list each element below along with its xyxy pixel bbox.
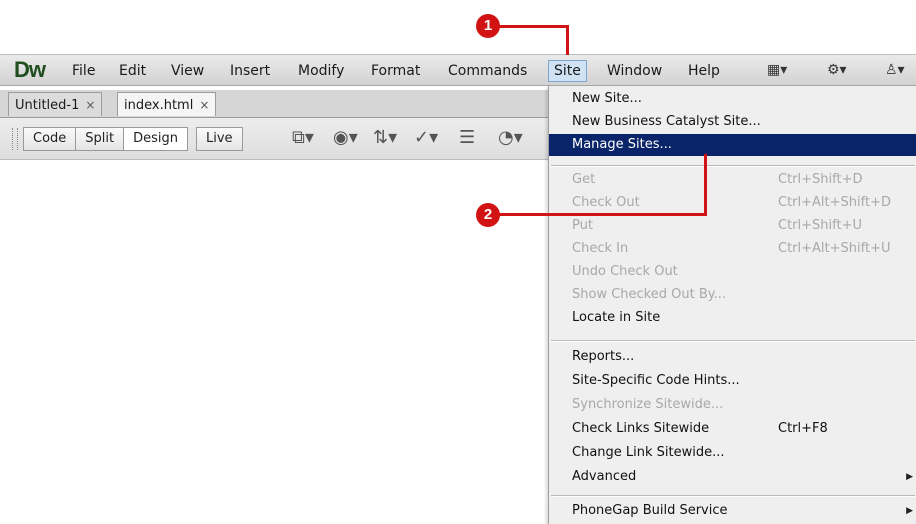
menu-insert[interactable]: Insert xyxy=(230,63,270,79)
menu-item-reports[interactable]: Reports... xyxy=(549,346,916,368)
shortcut-label: Ctrl+Alt+Shift+U xyxy=(778,241,891,256)
menu-site[interactable]: Site xyxy=(548,60,587,82)
design-view-button[interactable]: Design xyxy=(123,127,188,151)
menu-edit[interactable]: Edit xyxy=(119,63,146,79)
menu-item-synchronize-sitewide: Synchronize Sitewide... xyxy=(572,397,724,412)
menu-item-change-link-sitewide[interactable]: Change Link Sitewide... xyxy=(549,442,916,464)
callout-1-line xyxy=(566,25,569,55)
code-view-button[interactable]: Code xyxy=(23,127,77,151)
close-icon[interactable]: × xyxy=(85,98,95,112)
site-menu-dropdown: New Site... New Business Catalyst Site..… xyxy=(548,86,916,524)
menu-separator xyxy=(551,340,915,342)
shortcut-label: Ctrl+Shift+D xyxy=(778,172,863,187)
menu-item-get: Get Ctrl+Shift+D xyxy=(549,169,916,191)
live-view-button[interactable]: Live xyxy=(196,127,243,151)
callout-1-line xyxy=(499,25,568,28)
menu-commands[interactable]: Commands xyxy=(448,63,527,79)
menu-item-check-out: Check Out Ctrl+Alt+Shift+D xyxy=(549,192,916,214)
menu-item-new-site[interactable]: New Site... xyxy=(549,88,916,110)
menu-separator xyxy=(551,495,915,497)
w3c-validation-icon[interactable]: ✓▾ xyxy=(414,127,438,148)
visual-aids-icon[interactable]: ◔▾ xyxy=(498,127,523,148)
dreamweaver-logo: Dw xyxy=(14,57,46,82)
multiscreen-icon[interactable]: ⧉▾ xyxy=(292,127,314,148)
menu-view[interactable]: View xyxy=(171,63,204,79)
callout-2-line xyxy=(499,213,707,216)
tab-label: index.html xyxy=(124,98,194,113)
menu-file[interactable]: File xyxy=(72,63,95,79)
shortcut-label: Ctrl+F8 xyxy=(778,421,828,436)
callout-2-line xyxy=(704,154,707,216)
check-browser-icon[interactable]: ☰ xyxy=(459,127,475,148)
menu-window[interactable]: Window xyxy=(607,63,662,79)
tab-untitled-1[interactable]: Untitled-1 × xyxy=(8,92,103,116)
submenu-arrow-icon: ▶ xyxy=(906,472,913,482)
toolbar-grip[interactable] xyxy=(12,128,18,150)
user-icon[interactable]: ♙▾ xyxy=(885,62,905,78)
menu-item-check-links-sitewide[interactable]: Check Links Sitewide Ctrl+F8 xyxy=(549,418,916,440)
menu-help[interactable]: Help xyxy=(688,63,720,79)
menu-separator xyxy=(551,165,915,167)
file-management-icon[interactable]: ⇅▾ xyxy=(373,127,397,148)
tab-label: Untitled-1 xyxy=(15,98,80,113)
menu-modify[interactable]: Modify xyxy=(298,63,344,79)
gear-icon[interactable]: ⚙▾ xyxy=(827,62,847,78)
menu-format[interactable]: Format xyxy=(371,63,420,79)
menu-bar: Dw File Edit View Insert Modify Format C… xyxy=(0,54,916,86)
preview-browser-icon[interactable]: ◉▾ xyxy=(333,127,358,148)
callout-2: 2 xyxy=(476,203,500,227)
close-icon[interactable]: × xyxy=(199,98,209,112)
split-view-button[interactable]: Split xyxy=(75,127,125,151)
layout-icon[interactable]: ▦▾ xyxy=(767,62,787,78)
menu-item-advanced[interactable]: Advanced ▶ xyxy=(549,466,916,488)
menu-item-put: Put Ctrl+Shift+U xyxy=(549,215,916,237)
menu-item-manage-sites[interactable]: Manage Sites... xyxy=(549,134,916,156)
menu-item-undo-check-out: Undo Check Out xyxy=(572,264,678,279)
tab-index-html[interactable]: index.html × xyxy=(117,92,217,116)
menu-item-show-checked-out-by: Show Checked Out By... xyxy=(572,287,726,302)
view-mode-group: Code Split Design Live xyxy=(23,127,243,151)
menu-item-phonegap-build-service[interactable]: PhoneGap Build Service ▶ xyxy=(549,500,916,522)
menu-item-locate-in-site[interactable]: Locate in Site xyxy=(549,307,916,329)
menu-item-site-specific-code-hints[interactable]: Site-Specific Code Hints... xyxy=(549,370,916,392)
shortcut-label: Ctrl+Shift+U xyxy=(778,218,862,233)
callout-1: 1 xyxy=(476,14,500,38)
shortcut-label: Ctrl+Alt+Shift+D xyxy=(778,195,891,210)
menu-item-new-business-catalyst-site[interactable]: New Business Catalyst Site... xyxy=(549,111,916,133)
submenu-arrow-icon: ▶ xyxy=(906,506,913,516)
menu-item-check-in: Check In Ctrl+Alt+Shift+U xyxy=(549,238,916,260)
